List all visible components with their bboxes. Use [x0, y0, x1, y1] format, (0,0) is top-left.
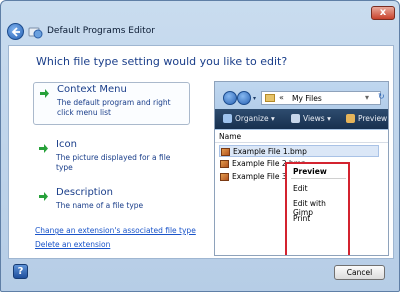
- image-file-icon: [221, 148, 230, 156]
- back-arrow-icon: [11, 27, 20, 37]
- footer: ? Cancel: [1, 259, 399, 291]
- organize-icon: [223, 114, 232, 123]
- preview-header: ▾ « My Files ▾ ↻ Organize ▾ Views ▾ Prev…: [215, 82, 388, 130]
- preview-menu: Preview: [358, 114, 388, 123]
- help-button[interactable]: ?: [13, 264, 28, 279]
- preview-icon: [346, 114, 355, 123]
- views-menu: Views ▾: [303, 114, 331, 123]
- back-button[interactable]: [7, 23, 24, 40]
- refresh-icon: ↻: [378, 92, 385, 101]
- option-title: Context Menu: [57, 84, 127, 95]
- cancel-button[interactable]: Cancel: [334, 265, 385, 280]
- default-programs-icon: [28, 27, 43, 39]
- image-file-icon: [220, 160, 229, 168]
- address-text: My Files: [292, 94, 322, 103]
- window-title: Default Programs Editor: [47, 26, 155, 36]
- option-title: Icon: [56, 139, 77, 150]
- option-icon[interactable]: Icon The picture displayed for a file ty…: [33, 138, 190, 172]
- column-header: Name: [215, 130, 388, 143]
- close-button[interactable]: x: [371, 6, 395, 20]
- option-description-setting[interactable]: Description The name of a file type: [33, 186, 190, 216]
- title-bar: x Default Programs Editor: [1, 1, 399, 45]
- green-arrow-icon: [40, 89, 49, 98]
- context-menu-item: Edit: [293, 184, 308, 193]
- green-arrow-icon: [39, 144, 48, 153]
- explorer-preview: ▾ « My Files ▾ ↻ Organize ▾ Views ▾ Prev…: [214, 81, 389, 256]
- green-arrow-icon: [39, 192, 48, 201]
- menu-separator: [291, 178, 346, 179]
- context-menu-item: Print: [293, 214, 311, 223]
- option-context-menu[interactable]: Context Menu The default program and rig…: [33, 82, 190, 125]
- option-description: The picture displayed for a file type: [56, 153, 171, 172]
- file-name: Example File 1.bmp: [233, 147, 307, 156]
- change-extension-link[interactable]: Change an extension's associated file ty…: [35, 226, 196, 235]
- file-row: Example File 1.bmp: [219, 145, 379, 157]
- preview-toolbar: Organize ▾ Views ▾ Preview: [215, 109, 388, 129]
- preview-address-bar: « My Files ▾: [261, 91, 381, 105]
- image-file-icon: [220, 173, 229, 181]
- option-description: The name of a file type: [56, 201, 144, 210]
- context-menu-item: Preview: [293, 167, 327, 176]
- delete-extension-link[interactable]: Delete an extension: [35, 240, 110, 249]
- main-panel: Which file type setting would you like t…: [8, 45, 394, 259]
- page-heading: Which file type setting would you like t…: [36, 55, 288, 68]
- views-icon: [291, 114, 300, 123]
- app-window: x Default Programs Editor Which file typ…: [0, 0, 400, 292]
- option-description: The default program and right click menu…: [57, 98, 171, 117]
- context-menu: Preview Edit Edit with Gimp Print: [285, 162, 350, 255]
- preview-forward-icon: [237, 91, 251, 105]
- preview-back-icon: [223, 91, 237, 105]
- address-dropdown-icon: ▾: [365, 93, 370, 102]
- organize-menu: Organize ▾: [235, 114, 275, 123]
- option-title: Description: [56, 187, 113, 198]
- preview-nav-dropdown-icon: ▾: [253, 95, 257, 102]
- name-column-label: Name: [219, 132, 242, 141]
- address-chevron: «: [279, 93, 284, 102]
- folder-icon: [265, 94, 275, 102]
